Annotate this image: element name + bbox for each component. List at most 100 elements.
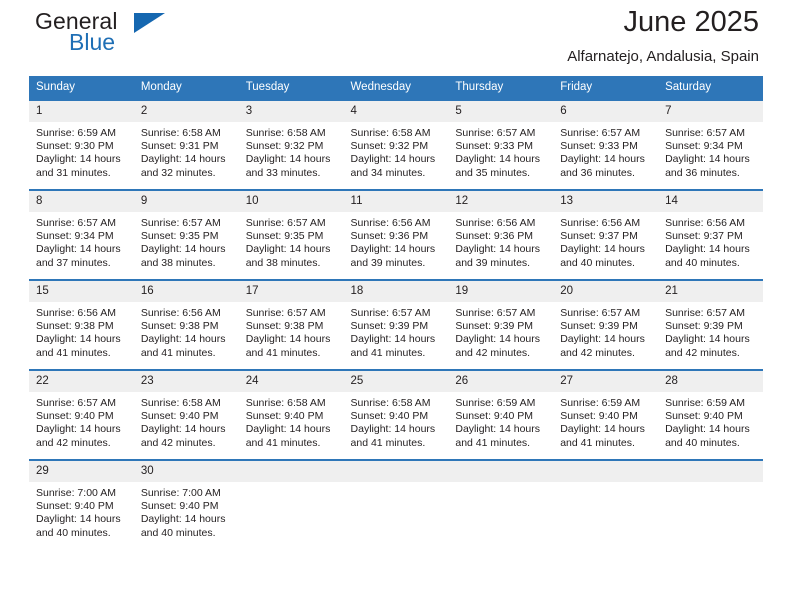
sunrise-text: Sunrise: 6:58 AM	[245, 397, 326, 409]
day-details: Sunrise: 6:57 AM Sunset: 9:34 PM Dayligh…	[658, 122, 763, 180]
day-number: 13	[553, 191, 659, 212]
sunrise-text: Sunrise: 6:59 AM	[665, 397, 746, 409]
sunset-text: Sunset: 9:39 PM	[455, 320, 534, 333]
day-cell[interactable]: 11 Sunrise: 6:56 AM Sunset: 9:36 PM Dayl…	[343, 189, 449, 280]
day-details: Sunrise: 6:57 AM Sunset: 9:39 PM Dayligh…	[553, 302, 658, 360]
day-cell[interactable]: 20 Sunrise: 6:57 AM Sunset: 9:39 PM Dayl…	[553, 279, 659, 370]
day-cell[interactable]: 14 Sunrise: 6:56 AM Sunset: 9:37 PM Dayl…	[658, 189, 763, 280]
day-cell[interactable]: 6 Sunrise: 6:57 AM Sunset: 9:33 PM Dayli…	[553, 99, 659, 190]
daylight-text: Daylight: 14 hours and 41 minutes.	[560, 423, 645, 449]
daylight-text: Daylight: 14 hours and 36 minutes.	[665, 153, 750, 179]
daylight-text: Daylight: 14 hours and 38 minutes.	[245, 243, 331, 269]
day-cell[interactable]: 21 Sunrise: 6:57 AM Sunset: 9:39 PM Dayl…	[658, 279, 763, 370]
day-cell[interactable]: 28 Sunrise: 6:59 AM Sunset: 9:40 PM Dayl…	[658, 369, 763, 460]
sunset-text: Sunset: 9:39 PM	[560, 320, 638, 333]
sunset-text: Sunset: 9:40 PM	[140, 410, 219, 423]
sunset-text: Sunset: 9:35 PM	[140, 230, 219, 243]
sunrise-text: Sunrise: 6:58 AM	[140, 397, 221, 409]
day-number: 1	[29, 101, 134, 122]
sunset-text: Sunset: 9:32 PM	[245, 140, 324, 153]
day-details: Sunrise: 6:57 AM Sunset: 9:33 PM Dayligh…	[553, 122, 658, 180]
day-number: 14	[658, 191, 763, 212]
day-cell[interactable]: 7 Sunrise: 6:57 AM Sunset: 9:34 PM Dayli…	[658, 99, 763, 190]
day-cell[interactable]: 30 Sunrise: 7:00 AM Sunset: 9:40 PM Dayl…	[133, 459, 239, 547]
day-number: 5	[448, 101, 554, 122]
sunset-text: Sunset: 9:38 PM	[245, 320, 324, 333]
brand-logo[interactable]: General Blue	[35, 8, 205, 64]
daylight-text: Daylight: 14 hours and 40 minutes.	[36, 513, 121, 539]
day-cell-empty	[343, 459, 449, 547]
day-number: 3	[238, 101, 344, 122]
sunrise-text: Sunrise: 6:56 AM	[665, 217, 746, 229]
day-number: 23	[133, 371, 239, 392]
day-details: Sunrise: 6:57 AM Sunset: 9:39 PM Dayligh…	[448, 302, 553, 360]
day-cell[interactable]: 10 Sunrise: 6:57 AM Sunset: 9:35 PM Dayl…	[238, 189, 344, 280]
triangle-icon	[134, 13, 165, 33]
day-cell[interactable]: 5 Sunrise: 6:57 AM Sunset: 9:33 PM Dayli…	[448, 99, 554, 190]
day-number	[238, 461, 344, 482]
day-cell[interactable]: 29 Sunrise: 7:00 AM Sunset: 9:40 PM Dayl…	[29, 459, 134, 547]
sunset-text: Sunset: 9:38 PM	[140, 320, 219, 333]
sunrise-text: Sunrise: 6:59 AM	[455, 397, 536, 409]
day-cell[interactable]: 19 Sunrise: 6:57 AM Sunset: 9:39 PM Dayl…	[448, 279, 554, 370]
day-number: 22	[29, 371, 134, 392]
week-row: 8 Sunrise: 6:57 AM Sunset: 9:34 PM Dayli…	[29, 189, 763, 280]
day-cell[interactable]: 13 Sunrise: 6:56 AM Sunset: 9:37 PM Dayl…	[553, 189, 659, 280]
sunset-text: Sunset: 9:40 PM	[665, 410, 743, 423]
sunset-text: Sunset: 9:34 PM	[665, 140, 743, 153]
day-cell[interactable]: 23 Sunrise: 6:58 AM Sunset: 9:40 PM Dayl…	[133, 369, 239, 460]
day-number: 28	[658, 371, 763, 392]
calendar-header-row: Sunday Monday Tuesday Wednesday Thursday…	[29, 76, 763, 100]
day-cell-empty	[448, 459, 554, 547]
day-cell[interactable]: 18 Sunrise: 6:57 AM Sunset: 9:39 PM Dayl…	[343, 279, 449, 370]
day-cell[interactable]: 17 Sunrise: 6:57 AM Sunset: 9:38 PM Dayl…	[238, 279, 344, 370]
day-cell[interactable]: 2 Sunrise: 6:58 AM Sunset: 9:31 PM Dayli…	[133, 99, 239, 190]
sunset-text: Sunset: 9:36 PM	[350, 230, 429, 243]
day-details: Sunrise: 6:57 AM Sunset: 9:38 PM Dayligh…	[239, 302, 344, 360]
sunrise-text: Sunrise: 6:57 AM	[350, 307, 431, 319]
daylight-text: Daylight: 14 hours and 42 minutes.	[455, 333, 541, 359]
day-number	[343, 461, 449, 482]
sunrise-text: Sunrise: 6:57 AM	[36, 397, 116, 409]
day-cell[interactable]: 4 Sunrise: 6:58 AM Sunset: 9:32 PM Dayli…	[343, 99, 449, 190]
day-cell[interactable]: 9 Sunrise: 6:57 AM Sunset: 9:35 PM Dayli…	[133, 189, 239, 280]
daylight-text: Daylight: 14 hours and 41 minutes.	[245, 333, 331, 359]
day-number: 7	[658, 101, 763, 122]
sunrise-text: Sunrise: 7:00 AM	[140, 487, 221, 499]
day-cell[interactable]: 24 Sunrise: 6:58 AM Sunset: 9:40 PM Dayl…	[238, 369, 344, 460]
day-details: Sunrise: 6:57 AM Sunset: 9:34 PM Dayligh…	[29, 212, 134, 270]
sunrise-text: Sunrise: 6:57 AM	[245, 217, 326, 229]
sunset-text: Sunset: 9:37 PM	[665, 230, 743, 243]
day-details: Sunrise: 6:56 AM Sunset: 9:38 PM Dayligh…	[134, 302, 239, 360]
daylight-text: Daylight: 14 hours and 35 minutes.	[455, 153, 541, 179]
sunset-text: Sunset: 9:40 PM	[350, 410, 429, 423]
day-cell[interactable]: 26 Sunrise: 6:59 AM Sunset: 9:40 PM Dayl…	[448, 369, 554, 460]
daylight-text: Daylight: 14 hours and 42 minutes.	[140, 423, 226, 449]
day-cell[interactable]: 22 Sunrise: 6:57 AM Sunset: 9:40 PM Dayl…	[29, 369, 134, 460]
day-number: 6	[553, 101, 659, 122]
sunrise-text: Sunrise: 6:57 AM	[665, 127, 746, 139]
day-cell[interactable]: 8 Sunrise: 6:57 AM Sunset: 9:34 PM Dayli…	[29, 189, 134, 280]
day-cell[interactable]: 1 Sunrise: 6:59 AM Sunset: 9:30 PM Dayli…	[29, 99, 134, 190]
daylight-text: Daylight: 14 hours and 42 minutes.	[36, 423, 121, 449]
sunrise-text: Sunrise: 6:56 AM	[455, 217, 536, 229]
sunset-text: Sunset: 9:31 PM	[140, 140, 219, 153]
daylight-text: Daylight: 14 hours and 40 minutes.	[665, 243, 750, 269]
daylight-text: Daylight: 14 hours and 31 minutes.	[36, 153, 121, 179]
day-number: 25	[343, 371, 449, 392]
day-number	[658, 461, 763, 482]
day-cell-empty	[658, 459, 763, 547]
sunset-text: Sunset: 9:33 PM	[455, 140, 534, 153]
day-cell[interactable]: 12 Sunrise: 6:56 AM Sunset: 9:36 PM Dayl…	[448, 189, 554, 280]
day-details: Sunrise: 6:56 AM Sunset: 9:37 PM Dayligh…	[553, 212, 658, 270]
daylight-text: Daylight: 14 hours and 41 minutes.	[140, 333, 226, 359]
day-details: Sunrise: 7:00 AM Sunset: 9:40 PM Dayligh…	[134, 482, 239, 540]
day-details: Sunrise: 6:59 AM Sunset: 9:40 PM Dayligh…	[448, 392, 553, 450]
day-number: 15	[29, 281, 134, 302]
day-cell[interactable]: 16 Sunrise: 6:56 AM Sunset: 9:38 PM Dayl…	[133, 279, 239, 370]
day-cell[interactable]: 25 Sunrise: 6:58 AM Sunset: 9:40 PM Dayl…	[343, 369, 449, 460]
day-cell[interactable]: 15 Sunrise: 6:56 AM Sunset: 9:38 PM Dayl…	[29, 279, 134, 370]
day-cell[interactable]: 27 Sunrise: 6:59 AM Sunset: 9:40 PM Dayl…	[553, 369, 659, 460]
sunset-text: Sunset: 9:40 PM	[36, 410, 114, 423]
day-cell[interactable]: 3 Sunrise: 6:58 AM Sunset: 9:32 PM Dayli…	[238, 99, 344, 190]
